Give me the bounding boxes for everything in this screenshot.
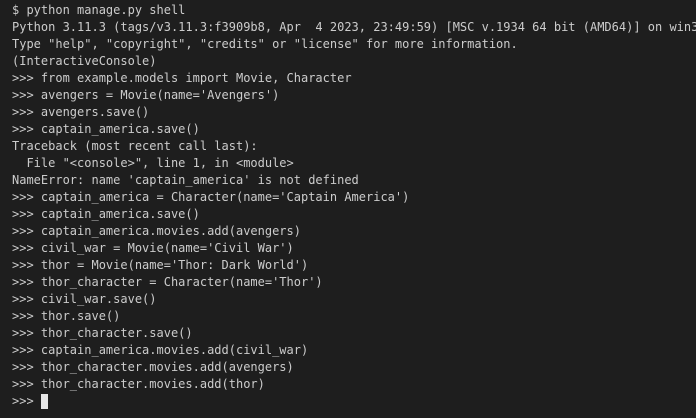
input-prompt-line[interactable]: >>>: [12, 393, 696, 410]
terminal-line: (InteractiveConsole): [12, 54, 157, 68]
terminal-line: >>> captain_america.movies.add(avengers): [12, 224, 301, 238]
terminal-line: >>> captain_america.movies.add(civil_war…: [12, 343, 309, 357]
terminal-line: >>> avengers = Movie(name='Avengers'): [12, 88, 280, 102]
terminal-line: NameError: name 'captain_america' is not…: [12, 173, 359, 187]
terminal-line: >>> thor_character.movies.add(avengers): [12, 360, 294, 374]
terminal-line: >>> civil_war.save(): [12, 292, 157, 306]
terminal-line: >>> from example.models import Movie, Ch…: [12, 71, 352, 85]
terminal-line: Type "help", "copyright", "credits" or "…: [12, 37, 518, 51]
terminal-line: Traceback (most recent call last):: [12, 139, 258, 153]
terminal-line: >>> thor = Movie(name='Thor: Dark World'…: [12, 258, 309, 272]
terminal-line: >>> thor_character.save(): [12, 326, 193, 340]
terminal-line: >>> thor_character.movies.add(thor): [12, 377, 265, 391]
terminal-line: Python 3.11.3 (tags/v3.11.3:f3909b8, Apr…: [12, 20, 696, 34]
terminal-line: >>> captain_america.save(): [12, 207, 200, 221]
terminal-line: >>> captain_america = Character(name='Ca…: [12, 190, 410, 204]
terminal-line: >>> avengers.save(): [12, 105, 150, 119]
terminal-line: >>> thor_character = Character(name='Tho…: [12, 275, 323, 289]
terminal-line: >>> captain_america.save(): [12, 122, 200, 136]
terminal-line: $ python manage.py shell: [12, 3, 186, 17]
text-cursor: [40, 394, 48, 409]
terminal-line: >>> thor.save(): [12, 309, 121, 323]
terminal-line: File "<console>", line 1, in <module>: [12, 156, 294, 170]
terminal-window[interactable]: $ python manage.py shell Python 3.11.3 (…: [0, 0, 696, 418]
prompt-text: >>>: [12, 394, 41, 408]
terminal-line: >>> civil_war = Movie(name='Civil War'): [12, 241, 294, 255]
